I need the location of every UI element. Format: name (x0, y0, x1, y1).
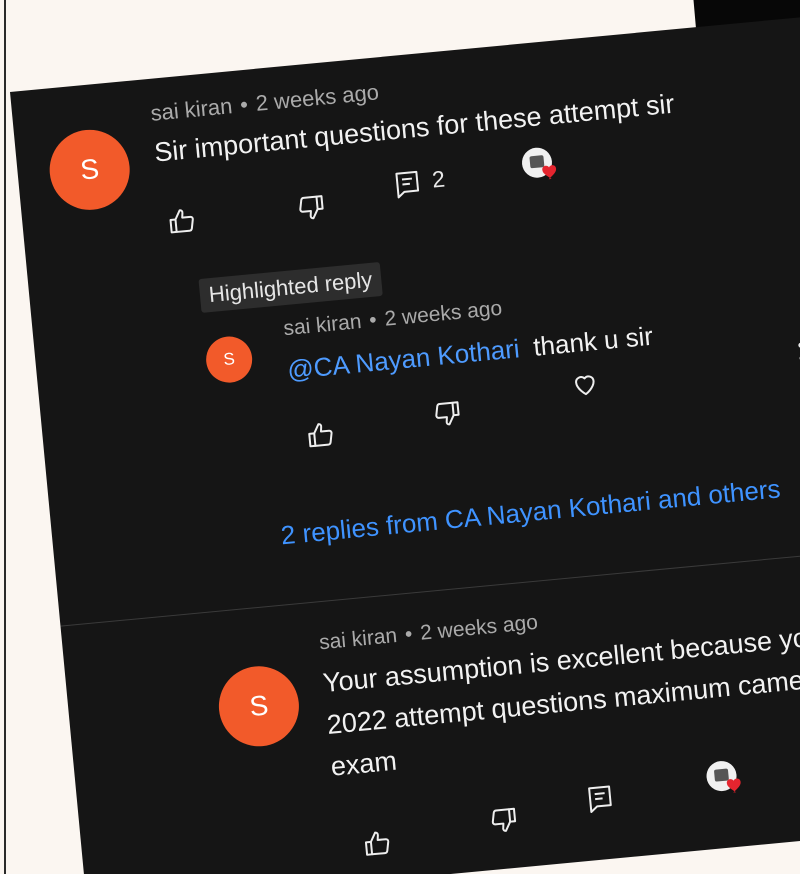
left-border (4, 0, 6, 874)
avatar[interactable]: S (215, 662, 303, 750)
creator-heart-icon (706, 761, 741, 793)
dislike-button[interactable] (487, 803, 520, 836)
thumb-up-icon (169, 209, 194, 234)
timestamp: 2 weeks ago (254, 79, 380, 116)
reply-icon (395, 170, 420, 199)
reply-icon (588, 785, 612, 813)
creator-heart-badge[interactable] (702, 756, 750, 804)
reply-heart-button[interactable] (569, 368, 602, 401)
reply-dislike-button[interactable] (431, 397, 464, 430)
separator: • (368, 308, 378, 333)
reply-author-name[interactable]: sai kiran (282, 310, 362, 340)
creator-heart-badge[interactable] (517, 142, 565, 190)
thumb-up-icon (364, 831, 390, 856)
view-replies-link[interactable]: 2 replies from CA Nayan Kothari and othe… (280, 473, 782, 551)
creator-heart-icon (521, 147, 557, 180)
timestamp: 2 weeks ago (419, 610, 539, 645)
thumb-down-icon (299, 195, 324, 220)
thumb-down-icon (435, 401, 460, 426)
reply-like-button[interactable] (304, 419, 337, 452)
like-button[interactable] (361, 827, 394, 860)
thumb-down-icon (491, 807, 517, 832)
reply-button[interactable] (391, 168, 424, 201)
heart-icon (575, 375, 595, 396)
reply-timestamp: 2 weeks ago (383, 296, 504, 331)
author-name[interactable]: sai kiran (149, 93, 233, 126)
reply-avatar[interactable]: S (204, 334, 255, 385)
thumb-up-icon (308, 423, 333, 448)
reply-message: thank u sir (531, 320, 655, 362)
comments-panel: S sai kiran • 2 weeks ago Sir important qu… (10, 14, 800, 874)
highlighted-reply-badge: Highlighted reply (198, 261, 383, 313)
comment-divider (60, 548, 800, 627)
screenshot-stage: S sai kiran • 2 weeks ago Sir important qu… (0, 0, 800, 874)
like-button[interactable] (166, 205, 199, 238)
reply-count: 2 (430, 165, 447, 193)
separator: • (403, 622, 414, 647)
dislike-button[interactable] (295, 191, 328, 224)
author-name[interactable]: sai kiran (318, 624, 398, 654)
comment-text-line-3: exam (329, 745, 399, 782)
mention-link[interactable]: @CA Nayan Kothari (286, 333, 521, 385)
reply-button[interactable] (584, 782, 617, 815)
avatar[interactable]: S (46, 126, 134, 214)
more-options-button[interactable] (795, 342, 800, 373)
separator: • (238, 91, 250, 118)
